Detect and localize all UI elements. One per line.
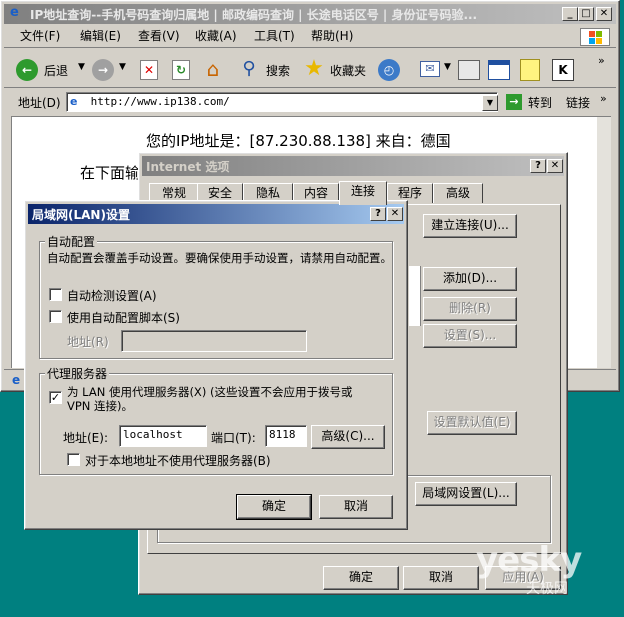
io-close-button[interactable]: ✕ [547,159,563,173]
links-chevron-icon[interactable]: » [600,92,607,105]
back-dropdown-icon[interactable]: ▼ [78,62,85,72]
standard-toolbar: ← 后退 ▼ → ▼ ✕ ↻ ⌂ ⚲ 搜索 ★ 收藏夹 ◴ ✉ ▼ K » [4,50,616,88]
tab-connections[interactable]: 连接 [339,181,387,205]
status-page-icon: e [12,373,21,387]
go-button-label[interactable]: 转到 [528,94,552,111]
page-icon: e [70,95,78,108]
go-arrow-icon[interactable]: → [506,94,522,110]
auto-detect-checkbox[interactable] [49,288,62,301]
query-prompt-line: 在下面输 [80,164,141,182]
watermark-sub: 天极网 [526,581,568,597]
menu-edit[interactable]: 编辑(E) [80,26,121,46]
browser-title: IP地址查询--手机号码查询归属地 | 邮政编码查询 | 长途电话区号 | 身份… [30,8,478,22]
io-ok-button[interactable]: 确定 [323,566,399,590]
io-cancel-button[interactable]: 取消 [403,566,479,590]
print-icon[interactable] [458,60,480,80]
forward-dropdown-icon[interactable]: ▼ [119,62,126,72]
auto-config-description: 自动配置会覆盖手动设置。要确保使用手动设置，请禁用自动配置。 [47,251,392,265]
tab-advanced[interactable]: 高级 [433,183,483,203]
address-bar: 地址(D) e http://www.ip138.com/ ▼ → 转到 链接 … [4,90,616,114]
close-button[interactable]: ✕ [596,7,612,21]
watermark-brand: yesky [476,540,582,580]
mail-dropdown-icon[interactable]: ▼ [444,62,451,72]
use-proxy-label[interactable]: 为 LAN 使用代理服务器(X) (这些设置不会应用于拨号或 VPN 连接)。 [67,385,373,413]
set-default-button[interactable]: 设置默认值(E) [427,411,517,435]
proxy-port-input[interactable]: 8118 [265,425,307,447]
proxy-address-value: localhost [123,428,183,441]
stop-icon[interactable]: ✕ [140,60,158,80]
address-label: 地址(D) [18,96,61,110]
back-arrow-icon[interactable]: ← [16,59,38,81]
search-icon[interactable]: ⚲ [237,58,261,80]
forward-arrow-icon[interactable]: → [92,59,114,81]
auto-detect-label[interactable]: 自动检测设置(A) [67,287,157,304]
proxy-address-input[interactable]: localhost [119,425,207,447]
bypass-local-checkbox[interactable] [67,453,80,466]
proxy-port-value: 8118 [269,428,296,441]
discuss-icon[interactable] [520,59,540,81]
address-value: http://www.ip138.com/ [90,95,230,108]
edit-icon[interactable] [488,60,510,80]
use-script-checkbox[interactable] [49,310,62,323]
back-button-label[interactable]: 后退 [44,62,68,79]
add-connection-button[interactable]: 添加(D)... [423,267,517,291]
address-input[interactable]: e http://www.ip138.com/ [66,92,498,112]
remove-connection-button[interactable]: 删除(R) [423,297,517,321]
script-address-label: 地址(R) [67,335,109,349]
favorites-star-icon[interactable]: ★ [302,57,326,81]
maximize-button[interactable]: □ [578,7,594,21]
lan-settings-dialog: 局域网(LAN)设置 ? ✕ 自动配置 自动配置会覆盖手动设置。要确保使用手动设… [24,200,408,530]
menu-tools[interactable]: 工具(T) [254,26,295,46]
mail-icon[interactable]: ✉ [420,61,440,77]
use-script-label[interactable]: 使用自动配置脚本(S) [67,309,180,326]
search-button-label[interactable]: 搜索 [266,62,290,79]
media-icon[interactable]: ◴ [378,59,400,81]
browser-title-bar[interactable]: e IP地址查询--手机号码查询归属地 | 邮政编码查询 | 长途电话区号 | … [4,4,616,24]
lan-help-button[interactable]: ? [370,207,386,221]
proxy-address-label: 地址(E): [63,431,108,445]
links-label[interactable]: 链接 [566,94,590,111]
menu-view[interactable]: 查看(V) [138,26,180,46]
home-icon[interactable]: ⌂ [201,58,225,80]
connection-settings-button[interactable]: 设置(S)... [423,324,517,348]
use-proxy-checkbox[interactable]: ✓ [49,391,62,404]
setup-connection-button[interactable]: 建立连接(U)... [423,214,517,238]
io-help-button[interactable]: ? [530,159,546,173]
favorites-button-label[interactable]: 收藏夹 [330,62,366,79]
refresh-icon[interactable]: ↻ [172,60,190,80]
menu-bar: 文件(F) 编辑(E) 查看(V) 收藏(A) 工具(T) 帮助(H) [4,26,616,48]
lan-dialog-title-bar[interactable]: 局域网(LAN)设置 ? ✕ [28,204,404,224]
proxy-port-label: 端口(T): [211,431,256,445]
script-address-input[interactable] [121,330,307,352]
ie-icon: e [10,5,19,20]
proxy-group-label: 代理服务器 [45,365,110,382]
messenger-icon[interactable]: K [552,59,574,81]
toolbar-chevron-icon[interactable]: » [598,54,605,67]
minimize-button[interactable]: _ [562,7,578,21]
auto-config-group-label: 自动配置 [45,233,98,250]
scrollbar-track[interactable] [597,117,611,368]
menu-favorites[interactable]: 收藏(A) [195,26,237,46]
internet-options-title: Internet 选项 [146,160,230,174]
menu-file[interactable]: 文件(F) [20,26,60,46]
lan-cancel-button[interactable]: 取消 [319,495,393,519]
lan-dialog-title: 局域网(LAN)设置 [32,208,130,222]
windows-logo-icon [580,28,610,46]
dialup-list[interactable] [409,266,421,326]
lan-close-button[interactable]: ✕ [387,207,403,221]
proxy-advanced-button[interactable]: 高级(C)... [311,425,385,449]
address-dropdown-icon[interactable]: ▼ [482,95,498,111]
lan-settings-button[interactable]: 局域网设置(L)... [415,482,517,506]
internet-options-title-bar[interactable]: Internet 选项 ? ✕ [142,156,564,176]
bypass-local-label[interactable]: 对于本地地址不使用代理服务器(B) [85,452,271,469]
ip-address-line: 您的IP地址是：[87.230.88.138] 来自：德国 [146,132,451,150]
menu-help[interactable]: 帮助(H) [311,26,353,46]
lan-ok-button[interactable]: 确定 [236,494,312,520]
yesky-watermark: yesky 天极网 [476,540,616,610]
